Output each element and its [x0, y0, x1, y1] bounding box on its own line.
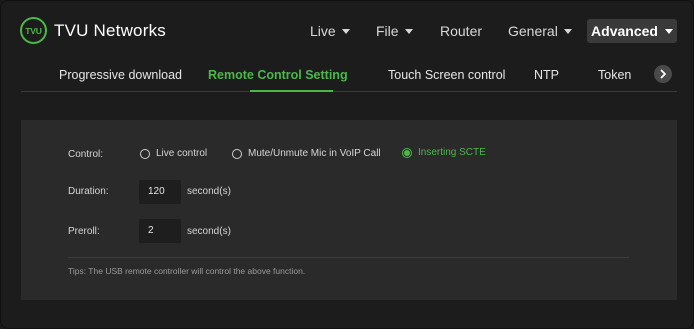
top-header: TVU TVU Networks Live File Router Genera… — [1, 1, 693, 61]
nav-router[interactable]: Router — [440, 21, 482, 41]
radio-live-control[interactable]: Live control — [140, 148, 207, 159]
tab-token[interactable]: Token — [598, 68, 631, 82]
preroll-label: Preroll: — [68, 226, 100, 237]
duration-label: Duration: — [68, 186, 109, 197]
preroll-unit: second(s) — [187, 226, 231, 237]
caret-down-icon — [404, 29, 413, 34]
radio-mute-unmute-mic-label: Mute/Unmute Mic in VoIP Call — [248, 148, 381, 159]
radio-inserting-scte[interactable]: Inserting SCTE — [402, 147, 486, 158]
preroll-input[interactable]: 2 — [139, 219, 181, 243]
nav-live[interactable]: Live — [310, 21, 350, 41]
nav-file[interactable]: File — [376, 21, 413, 41]
nav-file-label: File — [376, 23, 399, 39]
chevron-right-icon — [660, 69, 666, 79]
radio-live-control-label: Live control — [156, 148, 208, 159]
nav-general[interactable]: General — [508, 21, 572, 41]
tab-touch-screen-control[interactable]: Touch Screen control — [388, 68, 505, 82]
radio-checked-icon[interactable] — [402, 147, 412, 158]
nav-advanced-label: Advanced — [591, 23, 658, 39]
brand-logo[interactable]: TVU TVU Networks — [20, 17, 166, 44]
active-tab-indicator — [250, 90, 333, 92]
caret-down-icon — [664, 28, 673, 34]
tips-text: Tips: The USB remote controller will con… — [68, 266, 306, 276]
brand-name: TVU Networks — [54, 20, 166, 40]
nav-general-label: General — [508, 23, 558, 39]
radio-inserting-scte-label: Inserting SCTE — [418, 147, 486, 158]
panel-divider — [68, 257, 629, 258]
duration-input[interactable]: 120 — [139, 180, 181, 204]
nav-router-label: Router — [440, 23, 483, 39]
nav-live-label: Live — [310, 23, 336, 39]
tvu-logo-icon: TVU — [20, 17, 47, 44]
nav-advanced[interactable]: Advanced — [587, 19, 677, 43]
tab-progressive-download[interactable]: Progressive download — [59, 68, 182, 82]
radio-mute-unmute-mic[interactable]: Mute/Unmute Mic in VoIP Call — [232, 148, 381, 159]
caret-down-icon — [563, 29, 572, 34]
remote-control-panel: Control: Live control Mute/Unmute Mic in… — [21, 120, 677, 300]
tab-ntp[interactable]: NTP — [534, 68, 559, 82]
caret-down-icon — [341, 29, 350, 34]
radio-unchecked-icon[interactable] — [140, 148, 150, 159]
radio-unchecked-icon[interactable] — [232, 148, 242, 159]
control-label: Control: — [68, 149, 104, 160]
tabs-next-button[interactable] — [654, 65, 672, 83]
tab-remote-control-setting[interactable]: Remote Control Setting — [208, 68, 348, 82]
app-window: TVU TVU Networks Live File Router Genera… — [0, 0, 694, 329]
duration-unit: second(s) — [187, 186, 231, 197]
